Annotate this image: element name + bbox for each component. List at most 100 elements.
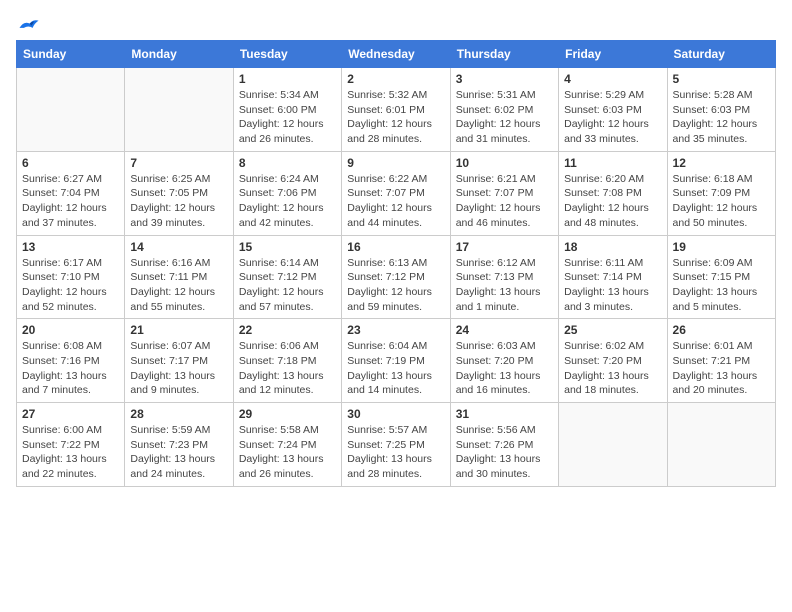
day-number: 31 [456, 407, 553, 421]
day-number: 4 [564, 72, 661, 86]
calendar-cell: 14 Sunrise: 6:16 AM Sunset: 7:11 PM Dayli… [125, 235, 233, 319]
day-info: Sunrise: 6:25 AM Sunset: 7:05 PM Dayligh… [130, 172, 227, 231]
calendar-week-row: 6Sunrise: 6:27 AM Sunset: 7:04 PM Daylig… [17, 151, 776, 235]
calendar-cell [125, 68, 233, 152]
day-header-thursday: Thursday [450, 41, 558, 68]
day-info: Sunrise: 6:04 AM Sunset: 7:19 PM Dayligh… [347, 339, 444, 398]
calendar-cell: 8Sunrise: 6:24 AM Sunset: 7:06 PM Daylig… [233, 151, 341, 235]
calendar-week-row: 13 Sunrise: 6:17 AM Sunset: 7:10 PM Dayli… [17, 235, 776, 319]
calendar-week-row: 1 Sunrise: 5:34 AM Sunset: 6:00 PM Daylig… [17, 68, 776, 152]
day-header-sunday: Sunday [17, 41, 125, 68]
day-info: Sunrise: 6:22 AM Sunset: 7:07 PM Dayligh… [347, 172, 444, 231]
day-info: Sunrise: 6:06 AM Sunset: 7:18 PM Dayligh… [239, 339, 336, 398]
day-number: 13 [22, 240, 119, 254]
calendar-cell: 15Sunrise: 6:14 AM Sunset: 7:12 PM Dayli… [233, 235, 341, 319]
day-number: 16 [347, 240, 444, 254]
day-number: 29 [239, 407, 336, 421]
day-number: 19 [673, 240, 770, 254]
day-info: Sunrise: 6:08 AM Sunset: 7:16 PM Dayligh… [22, 339, 119, 398]
day-info: Sunrise: 6:13 AM Sunset: 7:12 PM Dayligh… [347, 256, 444, 315]
day-number: 2 [347, 72, 444, 86]
day-number: 27 [22, 407, 119, 421]
day-info: Sunrise: 6:27 AM Sunset: 7:04 PM Dayligh… [22, 172, 119, 231]
day-number: 3 [456, 72, 553, 86]
calendar-cell: 28Sunrise: 5:59 AM Sunset: 7:23 PM Dayli… [125, 403, 233, 487]
calendar-cell: 12 Sunrise: 6:18 AM Sunset: 7:09 PM Dayli… [667, 151, 775, 235]
day-info: Sunrise: 6:11 AM Sunset: 7:14 PM Dayligh… [564, 256, 661, 315]
calendar-cell: 1 Sunrise: 5:34 AM Sunset: 6:00 PM Daylig… [233, 68, 341, 152]
day-info: Sunrise: 6:20 AM Sunset: 7:08 PM Dayligh… [564, 172, 661, 231]
calendar-table: SundayMondayTuesdayWednesdayThursdayFrid… [16, 40, 776, 487]
calendar-cell [559, 403, 667, 487]
calendar-cell: 23 Sunrise: 6:04 AM Sunset: 7:19 PM Dayli… [342, 319, 450, 403]
day-info: Sunrise: 6:18 AM Sunset: 7:09 PM Dayligh… [673, 172, 770, 231]
calendar-cell: 10Sunrise: 6:21 AM Sunset: 7:07 PM Dayli… [450, 151, 558, 235]
day-info: Sunrise: 6:24 AM Sunset: 7:06 PM Dayligh… [239, 172, 336, 231]
calendar-cell: 26Sunrise: 6:01 AM Sunset: 7:21 PM Dayli… [667, 319, 775, 403]
day-info: Sunrise: 6:16 AM Sunset: 7:11 PM Dayligh… [130, 256, 227, 315]
day-number: 30 [347, 407, 444, 421]
day-info: Sunrise: 6:02 AM Sunset: 7:20 PM Dayligh… [564, 339, 661, 398]
day-number: 20 [22, 323, 119, 337]
day-number: 15 [239, 240, 336, 254]
day-number: 17 [456, 240, 553, 254]
calendar-cell: 2Sunrise: 5:32 AM Sunset: 6:01 PM Daylig… [342, 68, 450, 152]
calendar-week-row: 20 Sunrise: 6:08 AM Sunset: 7:16 PM Dayli… [17, 319, 776, 403]
calendar-cell: 6Sunrise: 6:27 AM Sunset: 7:04 PM Daylig… [17, 151, 125, 235]
calendar-cell: 24Sunrise: 6:03 AM Sunset: 7:20 PM Dayli… [450, 319, 558, 403]
calendar-cell: 31 Sunrise: 5:56 AM Sunset: 7:26 PM Dayli… [450, 403, 558, 487]
day-info: Sunrise: 5:56 AM Sunset: 7:26 PM Dayligh… [456, 423, 553, 482]
day-info: Sunrise: 6:07 AM Sunset: 7:17 PM Dayligh… [130, 339, 227, 398]
day-number: 5 [673, 72, 770, 86]
calendar-cell: 9 Sunrise: 6:22 AM Sunset: 7:07 PM Daylig… [342, 151, 450, 235]
day-number: 24 [456, 323, 553, 337]
day-info: Sunrise: 6:17 AM Sunset: 7:10 PM Dayligh… [22, 256, 119, 315]
calendar-cell: 18Sunrise: 6:11 AM Sunset: 7:14 PM Dayli… [559, 235, 667, 319]
day-number: 25 [564, 323, 661, 337]
calendar-cell: 7 Sunrise: 6:25 AM Sunset: 7:05 PM Daylig… [125, 151, 233, 235]
calendar-cell: 27 Sunrise: 6:00 AM Sunset: 7:22 PM Dayli… [17, 403, 125, 487]
day-header-tuesday: Tuesday [233, 41, 341, 68]
day-number: 23 [347, 323, 444, 337]
calendar-cell: 4 Sunrise: 5:29 AM Sunset: 6:03 PM Daylig… [559, 68, 667, 152]
calendar-cell: 13 Sunrise: 6:17 AM Sunset: 7:10 PM Dayli… [17, 235, 125, 319]
logo-bird-icon [18, 16, 40, 34]
day-header-wednesday: Wednesday [342, 41, 450, 68]
calendar-cell: 11 Sunrise: 6:20 AM Sunset: 7:08 PM Dayli… [559, 151, 667, 235]
day-number: 9 [347, 156, 444, 170]
calendar-cell: 22 Sunrise: 6:06 AM Sunset: 7:18 PM Dayli… [233, 319, 341, 403]
day-info: Sunrise: 5:57 AM Sunset: 7:25 PM Dayligh… [347, 423, 444, 482]
day-header-saturday: Saturday [667, 41, 775, 68]
calendar-week-row: 27 Sunrise: 6:00 AM Sunset: 7:22 PM Dayli… [17, 403, 776, 487]
day-header-friday: Friday [559, 41, 667, 68]
calendar-cell [17, 68, 125, 152]
calendar-cell [667, 403, 775, 487]
day-info: Sunrise: 6:00 AM Sunset: 7:22 PM Dayligh… [22, 423, 119, 482]
day-number: 26 [673, 323, 770, 337]
day-header-monday: Monday [125, 41, 233, 68]
day-info: Sunrise: 5:58 AM Sunset: 7:24 PM Dayligh… [239, 423, 336, 482]
calendar-cell: 5Sunrise: 5:28 AM Sunset: 6:03 PM Daylig… [667, 68, 775, 152]
day-info: Sunrise: 5:31 AM Sunset: 6:02 PM Dayligh… [456, 88, 553, 147]
day-number: 11 [564, 156, 661, 170]
day-info: Sunrise: 5:34 AM Sunset: 6:00 PM Dayligh… [239, 88, 336, 147]
day-info: Sunrise: 6:09 AM Sunset: 7:15 PM Dayligh… [673, 256, 770, 315]
logo [16, 16, 40, 30]
day-number: 22 [239, 323, 336, 337]
day-number: 1 [239, 72, 336, 86]
calendar-cell: 20 Sunrise: 6:08 AM Sunset: 7:16 PM Dayli… [17, 319, 125, 403]
calendar-cell: 30 Sunrise: 5:57 AM Sunset: 7:25 PM Dayli… [342, 403, 450, 487]
calendar-cell: 25 Sunrise: 6:02 AM Sunset: 7:20 PM Dayli… [559, 319, 667, 403]
calendar-cell: 17Sunrise: 6:12 AM Sunset: 7:13 PM Dayli… [450, 235, 558, 319]
day-number: 14 [130, 240, 227, 254]
page-header [16, 16, 776, 30]
day-number: 7 [130, 156, 227, 170]
day-info: Sunrise: 5:29 AM Sunset: 6:03 PM Dayligh… [564, 88, 661, 147]
calendar-cell: 16 Sunrise: 6:13 AM Sunset: 7:12 PM Dayli… [342, 235, 450, 319]
calendar-cell: 29 Sunrise: 5:58 AM Sunset: 7:24 PM Dayli… [233, 403, 341, 487]
calendar-cell: 3 Sunrise: 5:31 AM Sunset: 6:02 PM Daylig… [450, 68, 558, 152]
day-number: 28 [130, 407, 227, 421]
day-info: Sunrise: 6:21 AM Sunset: 7:07 PM Dayligh… [456, 172, 553, 231]
calendar-cell: 19 Sunrise: 6:09 AM Sunset: 7:15 PM Dayli… [667, 235, 775, 319]
day-number: 12 [673, 156, 770, 170]
